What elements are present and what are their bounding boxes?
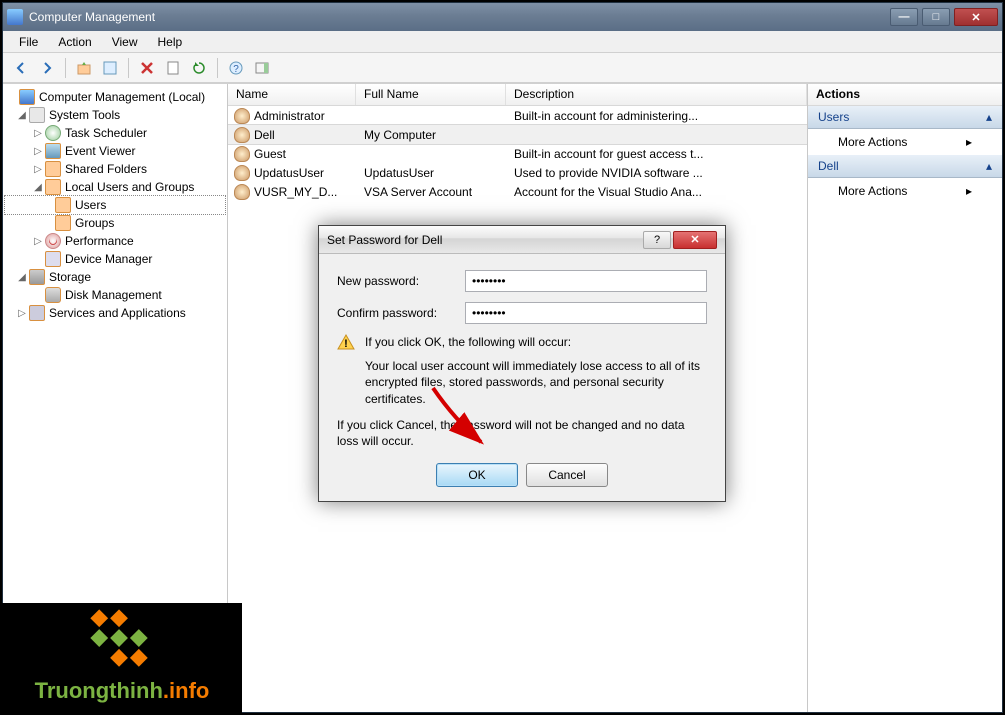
menu-file[interactable]: File [9,33,48,51]
actions-title: Actions [808,84,1002,106]
expander-icon[interactable]: ▷ [31,146,45,157]
list-row[interactable]: DellMy Computer [228,125,807,144]
menu-action[interactable]: Action [48,33,101,51]
tree-task-scheduler[interactable]: ▷Task Scheduler [5,124,225,142]
cancel-button[interactable]: Cancel [526,463,608,487]
tree-shared-folders[interactable]: ▷Shared Folders [5,160,225,178]
col-header-name[interactable]: Name [228,84,356,105]
tree-performance[interactable]: ▷Performance [5,232,225,250]
dialog-title: Set Password for Dell [327,233,643,247]
tree-event-viewer[interactable]: ▷Event Viewer [5,142,225,160]
user-icon [234,146,250,162]
list-row[interactable]: AdministratorBuilt-in account for admini… [228,106,807,125]
chevron-right-icon: ▸ [966,135,972,149]
ok-button[interactable]: OK [436,463,518,487]
warning-line1: If you click OK, the following will occu… [365,334,707,350]
close-button[interactable]: ✕ [954,8,998,26]
list-row[interactable]: UpdatusUserUpdatusUserUsed to provide NV… [228,163,807,182]
export-button[interactable] [161,56,185,80]
collapse-icon: ▴ [986,110,992,124]
actions-more-dell[interactable]: More Actions▸ [808,178,1002,204]
menubar: File Action View Help [3,31,1002,53]
tree-disk-management[interactable]: Disk Management [5,286,225,304]
expander-icon[interactable]: ◢ [31,182,45,193]
menu-help[interactable]: Help [148,33,193,51]
forward-button[interactable] [35,56,59,80]
svg-text:!: ! [344,338,348,350]
tree-pane[interactable]: Computer Management (Local) ◢System Tool… [3,84,228,712]
list-row[interactable]: VUSR_MY_D...VSA Server AccountAccount fo… [228,182,807,201]
expander-icon[interactable]: ◢ [15,110,29,121]
app-icon [7,9,23,25]
set-password-dialog: Set Password for Dell ? ✕ New password: … [318,225,726,502]
warning-icon: ! [337,334,355,352]
menu-view[interactable]: View [102,33,148,51]
tree-users[interactable]: Users [5,196,225,214]
maximize-button[interactable]: □ [922,8,950,26]
user-icon [234,127,250,143]
actions-pane: Actions Users▴ More Actions▸ Dell▴ More … [807,84,1002,712]
chevron-right-icon: ▸ [966,184,972,198]
expander-icon[interactable]: ▷ [31,164,45,175]
expander-icon[interactable]: ▷ [31,236,45,247]
dialog-titlebar[interactable]: Set Password for Dell ? ✕ [319,226,725,254]
tree-device-manager[interactable]: Device Manager [5,250,225,268]
back-button[interactable] [9,56,33,80]
collapse-icon: ▴ [986,159,992,173]
up-button[interactable] [72,56,96,80]
col-header-fullname[interactable]: Full Name [356,84,506,105]
user-icon [234,108,250,124]
window-title: Computer Management [29,10,890,24]
tree-local-users-groups[interactable]: ◢Local Users and Groups [5,178,225,196]
warning-line2: Your local user account will immediately… [365,358,707,407]
col-header-description[interactable]: Description [506,84,807,105]
properties-button[interactable] [98,56,122,80]
warning-line3: If you click Cancel, the password will n… [337,417,707,449]
actions-section-dell[interactable]: Dell▴ [808,155,1002,178]
expander-icon[interactable]: ◢ [15,272,29,283]
list-row[interactable]: GuestBuilt-in account for guest access t… [228,144,807,163]
confirm-password-label: Confirm password: [337,306,465,320]
tree-services-apps[interactable]: ▷Services and Applications [5,304,225,322]
expander-icon[interactable]: ▷ [31,128,45,139]
new-password-input[interactable] [465,270,707,292]
tree-groups[interactable]: Groups [5,214,225,232]
dialog-help-button[interactable]: ? [643,231,671,249]
titlebar[interactable]: Computer Management — □ ✕ [3,3,1002,31]
expander-icon[interactable]: ▷ [15,308,29,319]
svg-text:?: ? [233,64,239,75]
user-icon [234,165,250,181]
minimize-button[interactable]: — [890,8,918,26]
tree-storage[interactable]: ◢Storage [5,268,225,286]
toolbar: ? [3,53,1002,83]
dialog-close-button[interactable]: ✕ [673,231,717,249]
tree-system-tools[interactable]: ◢System Tools [5,106,225,124]
refresh-button[interactable] [187,56,211,80]
user-icon [234,184,250,200]
confirm-password-input[interactable] [465,302,707,324]
new-password-label: New password: [337,274,465,288]
action-pane-toggle[interactable] [250,56,274,80]
delete-button[interactable] [135,56,159,80]
actions-section-users[interactable]: Users▴ [808,106,1002,129]
help-button[interactable]: ? [224,56,248,80]
list-header: Name Full Name Description [228,84,807,106]
actions-more-users[interactable]: More Actions▸ [808,129,1002,155]
tree-root[interactable]: Computer Management (Local) [5,88,225,106]
